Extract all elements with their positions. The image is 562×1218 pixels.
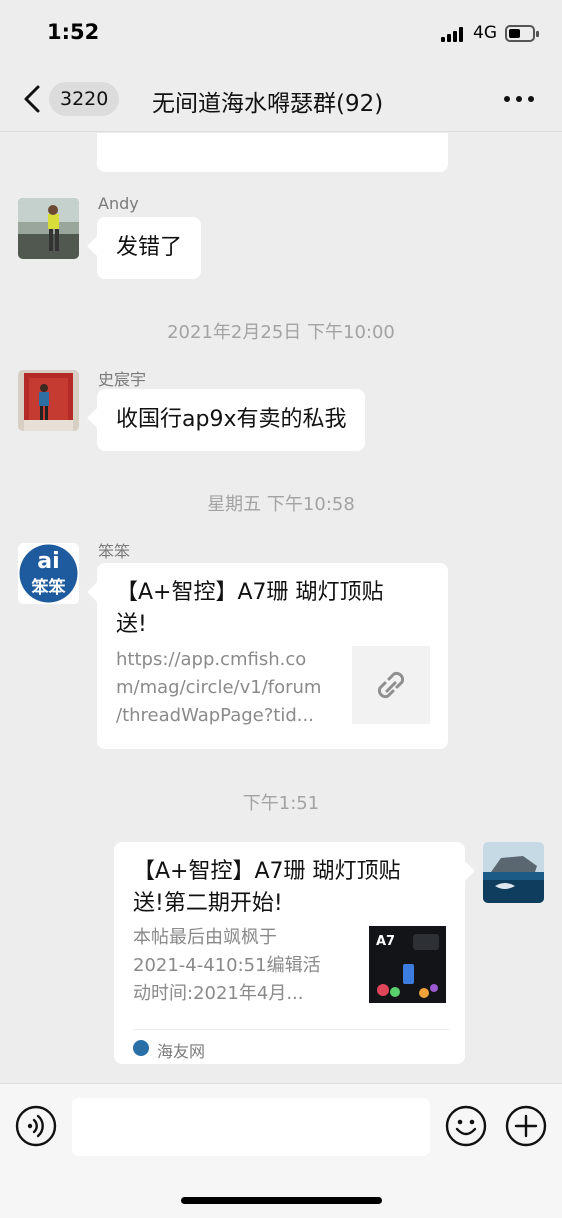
home-indicator bbox=[181, 1197, 382, 1204]
avatar[interactable]: ai 笨笨 bbox=[18, 543, 79, 604]
chat-title: 无间道海水嘚瑟群(92) bbox=[152, 91, 384, 117]
avatar[interactable] bbox=[483, 842, 544, 903]
thumbnail-label: A7 bbox=[376, 934, 395, 949]
timestamp: 2021年2月25日 下午10:00 bbox=[167, 322, 395, 343]
nav-bar: 3220 无间道海水嘚瑟群(92) bbox=[0, 66, 562, 132]
link-icon bbox=[377, 671, 405, 699]
plus-icon[interactable] bbox=[505, 1105, 547, 1147]
battery-icon bbox=[505, 25, 539, 42]
link-card-desc-line: m/mag/circle/v1/forum bbox=[116, 677, 322, 698]
link-card-description: https://app.cmfish.co m/mag/circle/v1/fo… bbox=[116, 646, 341, 730]
network-label: 4G bbox=[473, 23, 497, 43]
timestamp: 星期五 下午10:58 bbox=[207, 494, 355, 515]
link-card[interactable]: 【A+智控】A7珊 瑚灯顶贴 送! https://app.cmfish.co … bbox=[97, 563, 448, 749]
link-card-desc-line: 动时间:2021年4月... bbox=[133, 983, 304, 1004]
link-card-desc-line: 本帖最后由飒枫于 bbox=[133, 927, 277, 948]
chat-area[interactable]: Andy 发错了 2021年2月25日 下午10:00 史宸宇 收国行ap9x有… bbox=[0, 133, 562, 1083]
link-card-title-line: 【A+智控】A7珊 瑚灯顶贴 bbox=[116, 580, 384, 605]
link-thumbnail bbox=[352, 646, 430, 724]
svg-text:ai: ai bbox=[37, 549, 59, 574]
cut-off-bubble[interactable] bbox=[97, 133, 448, 172]
link-card[interactable]: 【A+智控】A7珊 瑚灯顶贴 送!第二期开始! 本帖最后由飒枫于 2021-4-… bbox=[114, 842, 465, 1064]
link-card-title-line: 送!第二期开始! bbox=[133, 891, 283, 916]
link-card-title: 【A+智控】A7珊 瑚灯顶贴 送!第二期开始! bbox=[133, 856, 453, 920]
card-divider bbox=[133, 1029, 449, 1030]
signal-icon bbox=[441, 27, 467, 42]
source-name: 海友网 bbox=[157, 1042, 206, 1061]
source-icon bbox=[133, 1040, 149, 1056]
message-bubble[interactable]: 发错了 bbox=[97, 217, 202, 279]
link-card-desc-line: https://app.cmfish.co bbox=[116, 649, 307, 670]
back-icon[interactable] bbox=[22, 84, 42, 114]
link-card-desc-line: /threadWapPage?tid... bbox=[116, 705, 314, 726]
status-bar: 1:52 4G bbox=[0, 0, 562, 66]
sender-name: Andy bbox=[98, 194, 139, 213]
timestamp: 下午1:51 bbox=[242, 793, 320, 814]
link-thumbnail: A7 bbox=[369, 926, 446, 1003]
emoji-icon[interactable] bbox=[445, 1105, 487, 1147]
link-card-description: 本帖最后由飒枫于 2021-4-410:51编辑活 动时间:2021年4月... bbox=[133, 924, 358, 1008]
more-icon[interactable] bbox=[504, 96, 536, 104]
link-card-title: 【A+智控】A7珊 瑚灯顶贴 送! bbox=[116, 577, 436, 641]
avatar-label: 笨笨 bbox=[32, 577, 67, 598]
link-card-title-line: 【A+智控】A7珊 瑚灯顶贴 bbox=[133, 859, 401, 884]
avatar[interactable] bbox=[18, 198, 79, 259]
unread-count-badge[interactable]: 3220 bbox=[49, 82, 120, 116]
link-card-title-line: 送! bbox=[116, 612, 147, 637]
message-input[interactable] bbox=[72, 1098, 430, 1156]
voice-icon[interactable] bbox=[15, 1105, 57, 1147]
sender-name: 史宸宇 bbox=[98, 370, 147, 389]
message-bubble[interactable]: 收国行ap9x有卖的私我 bbox=[97, 389, 366, 451]
sender-name: 笨笨 bbox=[98, 542, 131, 561]
link-card-desc-line: 2021-4-410:51编辑活 bbox=[133, 955, 321, 976]
status-time: 1:52 bbox=[47, 20, 100, 44]
avatar[interactable] bbox=[18, 370, 79, 431]
